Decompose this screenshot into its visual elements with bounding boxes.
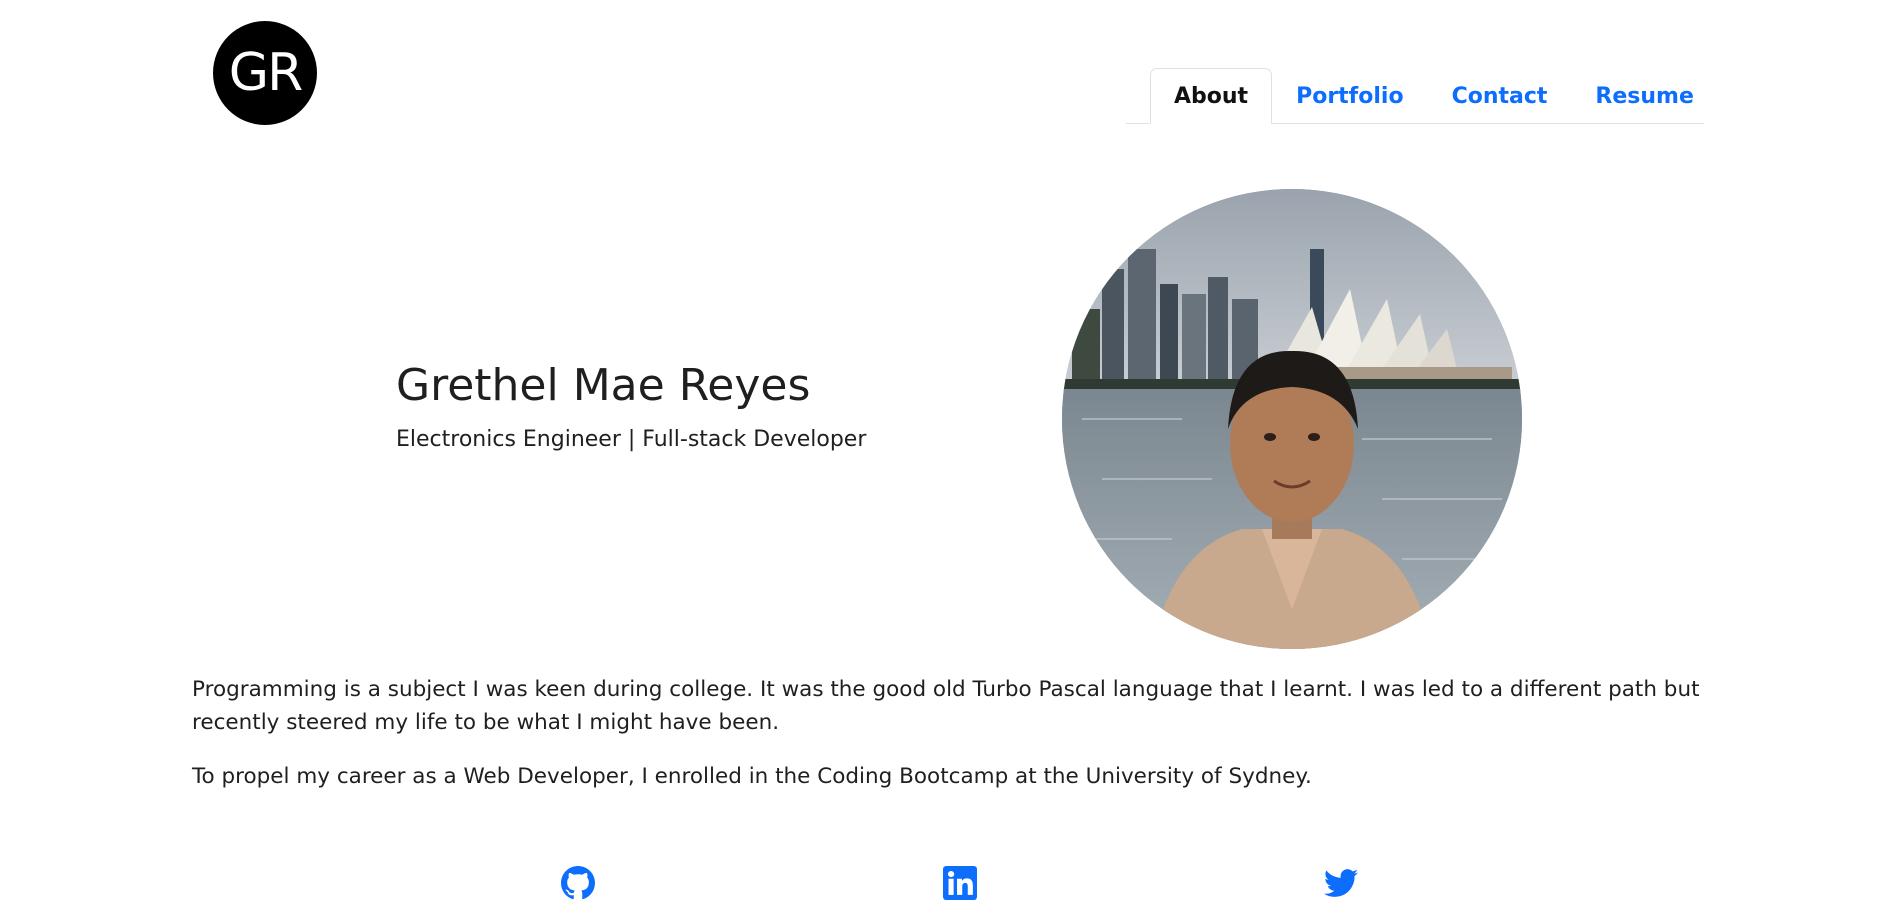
profile-photo bbox=[1062, 189, 1522, 649]
logo-text: GR bbox=[228, 43, 303, 103]
logo[interactable]: GR bbox=[213, 21, 317, 125]
tab-portfolio[interactable]: Portfolio bbox=[1272, 68, 1428, 124]
tab-about[interactable]: About bbox=[1150, 68, 1273, 124]
about-paragraph-2: To propel my career as a Web Developer, … bbox=[192, 764, 1312, 789]
person-name: Grethel Mae Reyes bbox=[396, 360, 811, 411]
tab-about-label: About bbox=[1174, 83, 1249, 109]
github-icon[interactable] bbox=[561, 866, 595, 900]
tab-portfolio-label: Portfolio bbox=[1296, 83, 1404, 109]
page: GR About Portfolio Contact Resume Grethe… bbox=[0, 0, 1892, 904]
tab-resume-label: Resume bbox=[1595, 83, 1694, 109]
main-nav: About Portfolio Contact Resume bbox=[1126, 43, 1704, 124]
person-tagline: Electronics Engineer | Full-stack Develo… bbox=[396, 427, 867, 452]
twitter-icon[interactable] bbox=[1324, 866, 1358, 900]
tab-resume[interactable]: Resume bbox=[1571, 68, 1717, 124]
tab-contact[interactable]: Contact bbox=[1428, 68, 1572, 124]
tab-contact-label: Contact bbox=[1451, 83, 1548, 109]
linkedin-icon[interactable] bbox=[943, 866, 977, 900]
about-paragraph-1: Programming is a subject I was keen duri… bbox=[192, 677, 1700, 735]
